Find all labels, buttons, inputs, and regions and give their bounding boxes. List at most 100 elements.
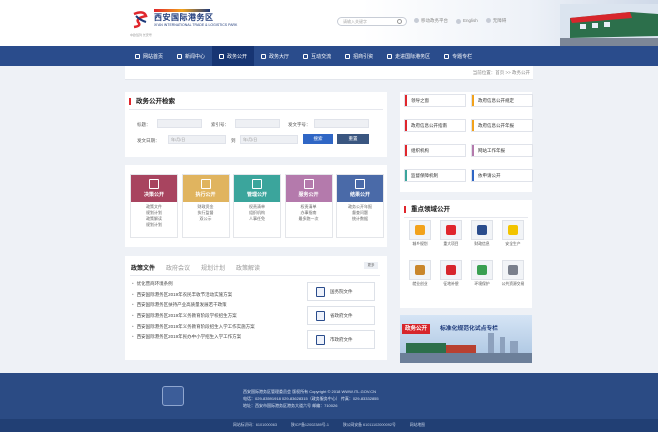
accessibility-icon	[485, 18, 491, 24]
municipal-docs-button[interactable]: 市政府文件	[307, 330, 375, 349]
category-card[interactable]: 服务公开 权责清单 办事指南 最多跑一次	[284, 174, 333, 238]
header: 西安国际港务区 XI'AN INTERNATIONAL TRADE & LOGI…	[0, 0, 658, 46]
category-item-link[interactable]: 最多跑一次	[286, 216, 332, 222]
list-item[interactable]: 西安国际港务区2019年民办中小学招生入学工作方案	[132, 332, 255, 343]
provincial-docs-button[interactable]: 省政府文件	[307, 306, 375, 325]
key-area-item[interactable]: 就业创业	[408, 260, 432, 287]
index-input[interactable]	[235, 119, 280, 128]
nav-item-topics[interactable]: 专题专栏	[437, 46, 479, 66]
key-area-item[interactable]: 财政信息	[470, 220, 494, 247]
category-card[interactable]: 管理公开权责清单 组织机构 人事任免	[233, 174, 281, 238]
doc-number-label: 发文字号：	[288, 122, 311, 127]
list-item[interactable]: 西安国际港务区2019年义务教育阶段学校招生方案	[132, 311, 255, 322]
category-item-link[interactable]: 统计数据	[337, 216, 383, 222]
doc-number-input[interactable]	[314, 119, 369, 128]
more-button[interactable]: 更多	[364, 262, 378, 269]
category-icon	[149, 179, 159, 189]
category-item-link[interactable]: 规划计划	[131, 222, 177, 228]
nav-item-gov-open[interactable]: 政务公开	[212, 46, 255, 66]
quick-link-button[interactable]: 政府信息公开指南	[404, 119, 466, 132]
footer-contact: 电话：029-83591918 029-83628315（政务服务中心） 传真：…	[243, 396, 379, 401]
category-items: 权责清单 办事指南 最多跑一次	[286, 202, 332, 222]
key-area-icon	[477, 225, 487, 235]
list-item[interactable]: 西安国际港务区扶持产业高质量发展若干政策	[132, 300, 255, 311]
list-item[interactable]: 西安国际港务区2019年农民丰收节活动实施方案	[132, 290, 255, 301]
category-item-link[interactable]: 双公示	[183, 216, 229, 222]
category-card[interactable]: 结果公开 政务公开年报 督查问题 统计数据	[336, 174, 384, 238]
document-icon	[316, 310, 325, 321]
mobile-link[interactable]: 移动政务平台	[414, 18, 448, 24]
category-icon	[355, 179, 365, 189]
key-area-label: 重大项目	[443, 242, 459, 246]
gov-badge-icon[interactable]	[162, 386, 184, 406]
key-area-item[interactable]: 城乡规划	[408, 220, 432, 247]
english-link[interactable]: English	[456, 18, 478, 24]
list-item[interactable]: 西安国际港务区2019年义务教育阶段招生入学工作实施方案	[132, 322, 255, 333]
list-item[interactable]: 优化营商环境条例	[132, 279, 255, 290]
nav-item-about[interactable]: 走进国际港务区	[380, 46, 437, 66]
main-nav: 网站首页 新闻中心 政务公开 政务大厅 互动交流 招商引资 走进国际港务区 专题…	[0, 46, 658, 66]
document-icon	[316, 286, 325, 297]
site-logo[interactable]: 西安国际港务区 XI'AN INTERNATIONAL TRADE & LOGI…	[130, 8, 250, 38]
category-item-link[interactable]: 人事任免	[234, 216, 280, 222]
key-area-item[interactable]: 环境保护	[470, 260, 494, 287]
policy-list: 优化营商环境条例 西安国际港务区2019年农民丰收节活动实施方案 西安国际港务区…	[132, 279, 255, 343]
key-area-icon	[446, 265, 456, 275]
state-council-docs-button[interactable]: 国务院文件	[307, 282, 375, 301]
key-area-icon-box	[409, 260, 431, 280]
key-area-item[interactable]: 征地补偿	[439, 260, 463, 287]
key-area-item[interactable]: 安全生产	[501, 220, 525, 247]
key-area-icon	[415, 265, 425, 275]
key-area-item[interactable]: 公共资源交易	[501, 260, 525, 287]
header-train-image	[560, 4, 658, 46]
quick-link-button[interactable]: 组织机构	[404, 144, 466, 157]
category-card[interactable]: 执行公开 财政资金 执行监督 双公示	[181, 174, 230, 238]
banner-train-image	[400, 333, 532, 363]
standardization-banner[interactable]: 政务公开 标准化规范化试点专栏	[400, 315, 532, 363]
quick-link-button[interactable]: 政府信息公开规定	[471, 94, 533, 107]
key-area-icon	[508, 225, 518, 235]
icp-link[interactable]: 陕ICP备12002389号-1	[291, 423, 329, 428]
quick-link-button[interactable]: 依申请公开	[471, 169, 533, 182]
category-card[interactable]: 决策公开 政策文件 规划计划 政策解读 规划计划	[130, 174, 178, 238]
key-area-icon-box	[471, 220, 493, 240]
footer-info: 西安国际港务区管理委员会 版权所有 Copyright © 2018 WWW.I…	[243, 388, 379, 409]
key-area-item[interactable]: 重大项目	[439, 220, 463, 247]
document-icon	[219, 53, 225, 59]
category-label: 管理公开	[246, 192, 267, 198]
nav-item-home[interactable]: 网站首页	[128, 46, 170, 66]
accessibility-link[interactable]: 无障碍	[485, 18, 506, 24]
sitemap-link[interactable]: 网站地图	[410, 423, 425, 428]
category-card-header: 结果公开	[337, 175, 383, 202]
title-label: 标题：	[137, 122, 151, 127]
nav-item-hall[interactable]: 政务大厅	[254, 46, 296, 66]
divider	[404, 217, 528, 218]
category-icon	[200, 179, 211, 189]
quick-link-button[interactable]: 领导之窗	[404, 94, 466, 107]
category-items: 政策文件 规划计划 政策解读 规划计划	[131, 202, 177, 228]
key-area-icon	[508, 265, 518, 275]
reset-button[interactable]: 重置	[337, 134, 369, 144]
quick-link-button[interactable]: 政府信息公开年报	[471, 119, 533, 132]
quick-link-button[interactable]: 网站工作年报	[471, 144, 533, 157]
date-from-input[interactable]: 年/月/日	[168, 135, 226, 144]
key-area-label: 公共资源交易	[501, 282, 525, 286]
key-area-icon-box	[440, 220, 462, 240]
date-to-input[interactable]: 年/月/日	[240, 135, 298, 144]
nav-item-investment[interactable]: 招商引资	[338, 46, 380, 66]
title-input[interactable]	[157, 119, 202, 128]
category-items: 财政资金 执行监督 双公示	[183, 202, 229, 222]
nav-item-news[interactable]: 新闻中心	[170, 46, 212, 66]
logo-text-en: XI'AN INTERNATIONAL TRADE & LOGISTICS PA…	[154, 23, 238, 27]
key-area-icon	[477, 265, 487, 275]
footer-copyright: 西安国际港务区管理委员会 版权所有 Copyright © 2018 WWW.I…	[243, 389, 377, 394]
quick-link-button[interactable]: 监督保障机制	[404, 169, 466, 182]
key-area-label: 安全生产	[505, 242, 521, 246]
category-card-header: 决策公开	[131, 175, 177, 202]
police-record-link[interactable]: 陕公网安备 61011102000092号	[343, 423, 396, 428]
category-items: 权责清单 组织机构 人事任免	[234, 202, 280, 222]
site-id: 网站标识码：6101000063	[233, 423, 277, 427]
nav-item-interaction[interactable]: 互动交流	[296, 46, 338, 66]
search-icon[interactable]	[397, 19, 402, 24]
search-button[interactable]: 搜索	[303, 134, 333, 144]
